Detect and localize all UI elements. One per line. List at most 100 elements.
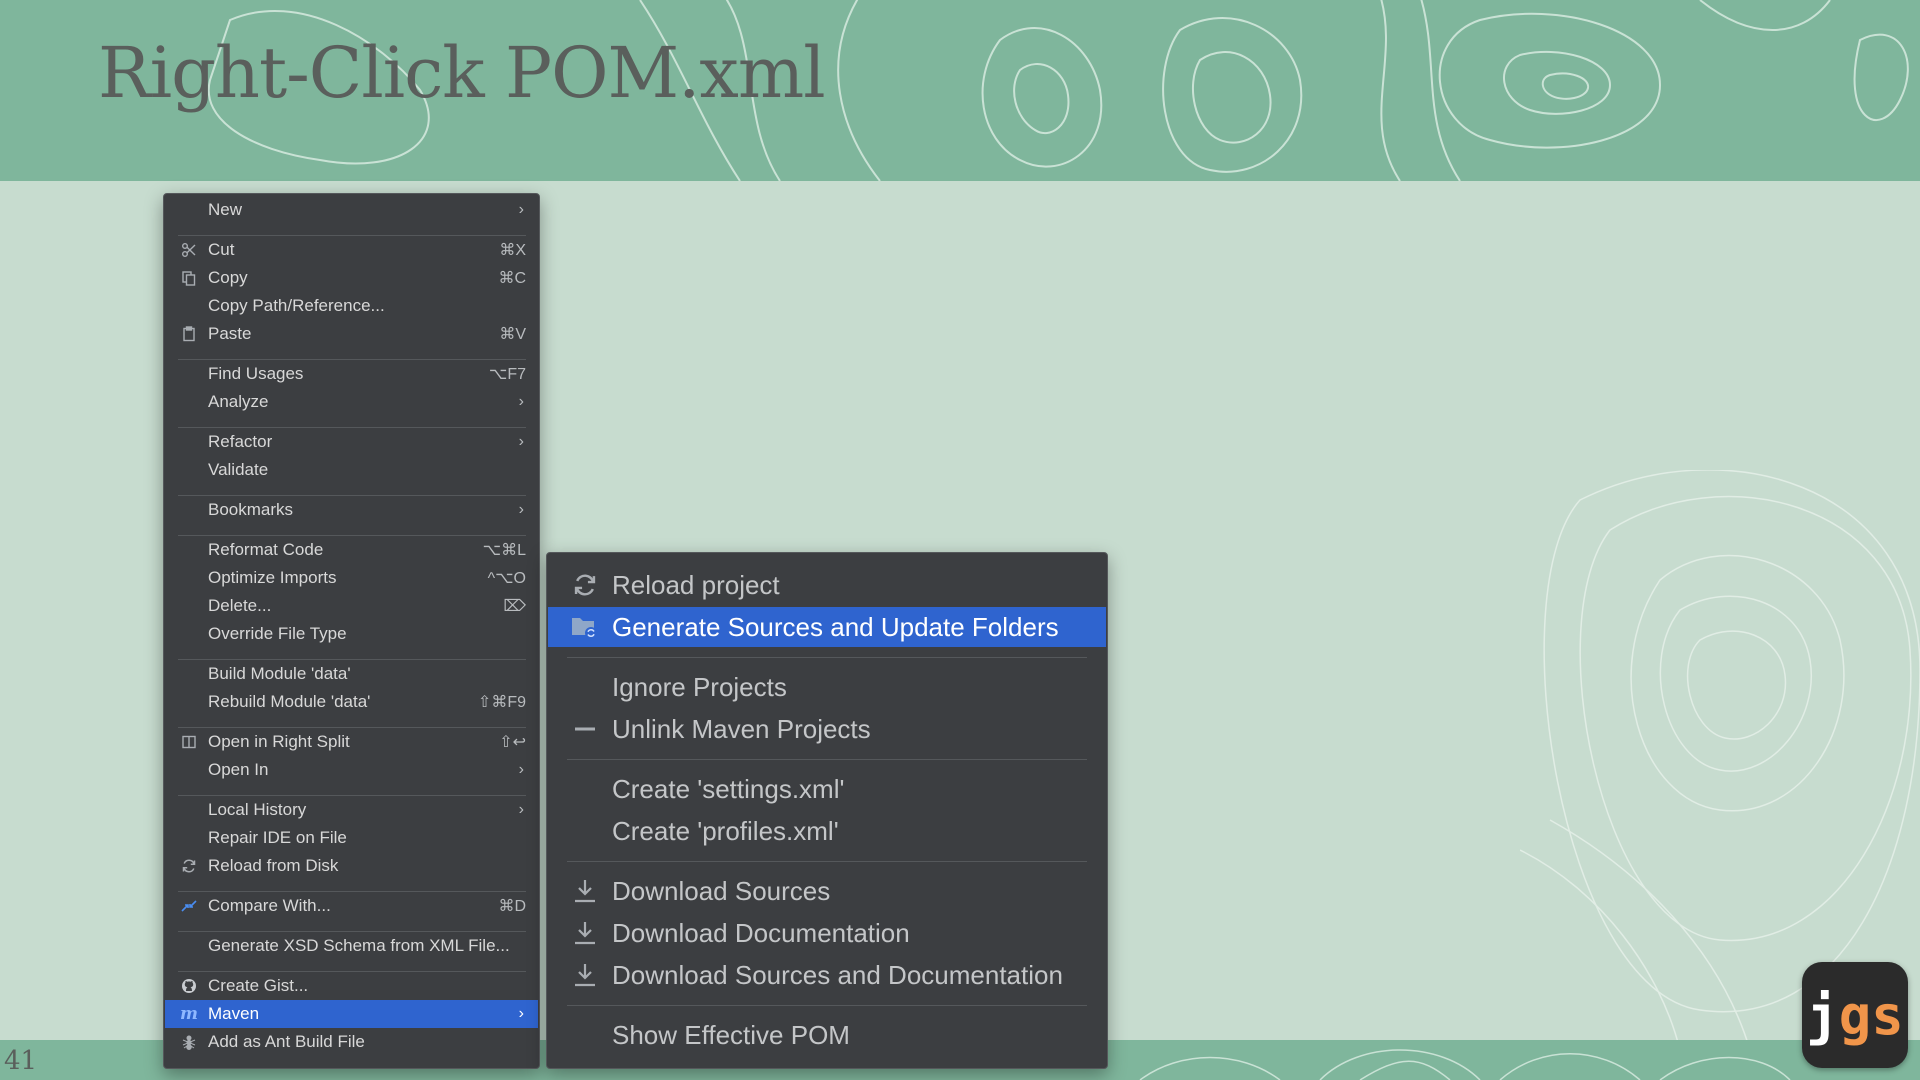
menu-item-build-module[interactable]: Build Module 'data': [165, 660, 538, 688]
submenu-item-generate-sources[interactable]: Generate Sources and Update Folders: [548, 607, 1106, 647]
chevron-right-icon: ›: [518, 433, 524, 450]
menu-item-reformat-code[interactable]: Reformat Code ⌥⌘L: [165, 536, 538, 564]
menu-item-local-history[interactable]: Local History ›: [165, 796, 538, 824]
folder-refresh-icon: [570, 612, 600, 642]
menu-item-label: Refactor: [208, 432, 273, 451]
menu-item-label: Cut: [208, 240, 235, 259]
menu-item-label: Override File Type: [208, 624, 347, 643]
menu-item-new[interactable]: New ›: [165, 196, 538, 224]
chevron-right-icon: ›: [518, 1005, 524, 1022]
menu-item-label: New: [208, 200, 243, 219]
slide-title: Right-Click POM.xml: [98, 32, 826, 114]
menu-item-label: Copy Path/Reference...: [208, 296, 385, 315]
submenu-item-label: Create 'settings.xml': [612, 773, 845, 804]
menu-item-label: Copy: [208, 268, 248, 287]
submenu-item-label: Reload project: [612, 569, 780, 600]
delete-key-icon: ⌦: [503, 598, 526, 615]
download-icon: [570, 918, 600, 948]
submenu-item-create-profiles[interactable]: Create 'profiles.xml': [548, 811, 1106, 851]
download-icon: [570, 960, 600, 990]
submenu-separator: [567, 657, 1087, 658]
menu-item-compare-with[interactable]: Compare With... ⌘D: [165, 892, 538, 920]
menu-item-label: Compare With...: [208, 896, 331, 915]
menu-item-label: Reload from Disk: [208, 856, 339, 875]
submenu-item-reload-project[interactable]: Reload project: [548, 565, 1106, 605]
menu-item-delete[interactable]: Delete... ⌦: [165, 592, 538, 620]
chevron-right-icon: ›: [518, 393, 524, 410]
menu-item-label: Bookmarks: [208, 500, 294, 519]
menu-item-refactor[interactable]: Refactor ›: [165, 428, 538, 456]
menu-item-cut[interactable]: Cut ⌘X: [165, 236, 538, 264]
jgs-logo: j gs: [1802, 962, 1908, 1068]
ant-icon: [179, 1032, 199, 1052]
menu-item-rebuild-module[interactable]: Rebuild Module 'data' ⇧⌘F9: [165, 688, 538, 716]
logo-letter-j: j: [1806, 983, 1839, 1047]
menu-item-add-ant-build[interactable]: Add as Ant Build File: [165, 1028, 538, 1056]
submenu-item-label: Generate Sources and Update Folders: [612, 611, 1059, 642]
submenu-item-ignore-projects[interactable]: Ignore Projects: [548, 667, 1106, 707]
menu-item-label: Find Usages: [208, 364, 304, 383]
menu-item-label: Validate: [208, 460, 269, 479]
menu-item-generate-xsd[interactable]: Generate XSD Schema from XML File...: [165, 932, 538, 960]
chevron-right-icon: ›: [518, 761, 524, 778]
submenu-item-download-documentation[interactable]: Download Documentation: [548, 913, 1106, 953]
menu-item-bookmarks[interactable]: Bookmarks ›: [165, 496, 538, 524]
submenu-separator: [567, 1005, 1087, 1006]
menu-item-label: Generate XSD Schema from XML File...: [208, 936, 510, 955]
menu-item-shortcut: ⌘C: [498, 270, 526, 287]
compare-icon: [179, 896, 199, 916]
download-icon: [570, 876, 600, 906]
menu-item-label: Create Gist...: [208, 976, 309, 995]
github-icon: [179, 976, 199, 996]
menu-item-label: Optimize Imports: [208, 568, 337, 587]
menu-item-label: Build Module 'data': [208, 664, 351, 683]
menu-item-validate[interactable]: Validate: [165, 456, 538, 484]
chevron-right-icon: ›: [518, 501, 524, 518]
menu-item-label: Rebuild Module 'data': [208, 692, 371, 711]
submenu-item-label: Create 'profiles.xml': [612, 815, 839, 846]
menu-item-label: Paste: [208, 324, 252, 343]
menu-item-repair-ide[interactable]: Repair IDE on File: [165, 824, 538, 852]
menu-item-label: Delete...: [208, 596, 272, 615]
menu-item-label: Add as Ant Build File: [208, 1032, 365, 1051]
menu-item-optimize-imports[interactable]: Optimize Imports ^⌥O: [165, 564, 538, 592]
reload-icon: [179, 856, 199, 876]
menu-item-label: Open In: [208, 760, 269, 779]
menu-item-label: Open in Right Split: [208, 732, 350, 751]
menu-item-shortcut: ^⌥O: [487, 570, 526, 587]
menu-item-create-gist[interactable]: Create Gist...: [165, 972, 538, 1000]
menu-item-reload-from-disk[interactable]: Reload from Disk: [165, 852, 538, 880]
menu-item-find-usages[interactable]: Find Usages ⌥F7: [165, 360, 538, 388]
menu-item-maven[interactable]: m Maven ›: [165, 1000, 538, 1028]
maven-icon: m: [180, 1004, 198, 1024]
submenu-item-download-sources-and-docs[interactable]: Download Sources and Documentation: [548, 955, 1106, 995]
menu-item-open-in[interactable]: Open In ›: [165, 756, 538, 784]
submenu-item-download-sources[interactable]: Download Sources: [548, 871, 1106, 911]
menu-item-copy[interactable]: Copy ⌘C: [165, 264, 538, 292]
split-icon: [179, 732, 199, 752]
page-number: 41: [4, 1046, 38, 1076]
menu-item-label: Reformat Code: [208, 540, 324, 559]
menu-item-shortcut: ⌘X: [499, 242, 526, 259]
menu-item-analyze[interactable]: Analyze ›: [165, 388, 538, 416]
submenu-separator: [567, 759, 1087, 760]
menu-item-paste[interactable]: Paste ⌘V: [165, 320, 538, 348]
menu-item-label: Maven: [208, 1004, 260, 1023]
menu-item-label: Local History: [208, 800, 307, 819]
menu-item-override-file-type[interactable]: Override File Type: [165, 620, 538, 648]
submenu-item-show-effective-pom[interactable]: Show Effective POM: [548, 1015, 1106, 1055]
submenu-item-label: Unlink Maven Projects: [612, 713, 871, 744]
menu-item-shortcut: ⌥⌘L: [482, 542, 526, 559]
chevron-right-icon: ›: [518, 801, 524, 818]
scissors-icon: [179, 240, 199, 260]
submenu-item-unlink-maven[interactable]: Unlink Maven Projects: [548, 709, 1106, 749]
menu-item-copy-path[interactable]: Copy Path/Reference...: [165, 292, 538, 320]
submenu-separator: [567, 861, 1087, 862]
submenu-item-label: Download Sources: [612, 875, 831, 906]
clipboard-icon: [179, 324, 199, 344]
submenu-item-create-settings[interactable]: Create 'settings.xml': [548, 769, 1106, 809]
menu-item-open-in-right-split[interactable]: Open in Right Split ⇧↩: [165, 728, 538, 756]
menu-item-shortcut: ⌘D: [498, 898, 526, 915]
menu-item-label: Analyze: [208, 392, 269, 411]
menu-item-shortcut: ⌘V: [499, 326, 526, 343]
